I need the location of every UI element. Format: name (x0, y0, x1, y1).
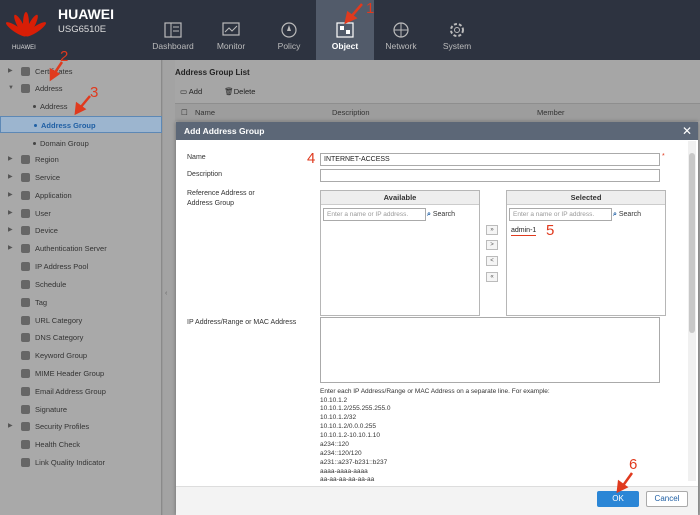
annotation-arrows (49, 3, 634, 494)
